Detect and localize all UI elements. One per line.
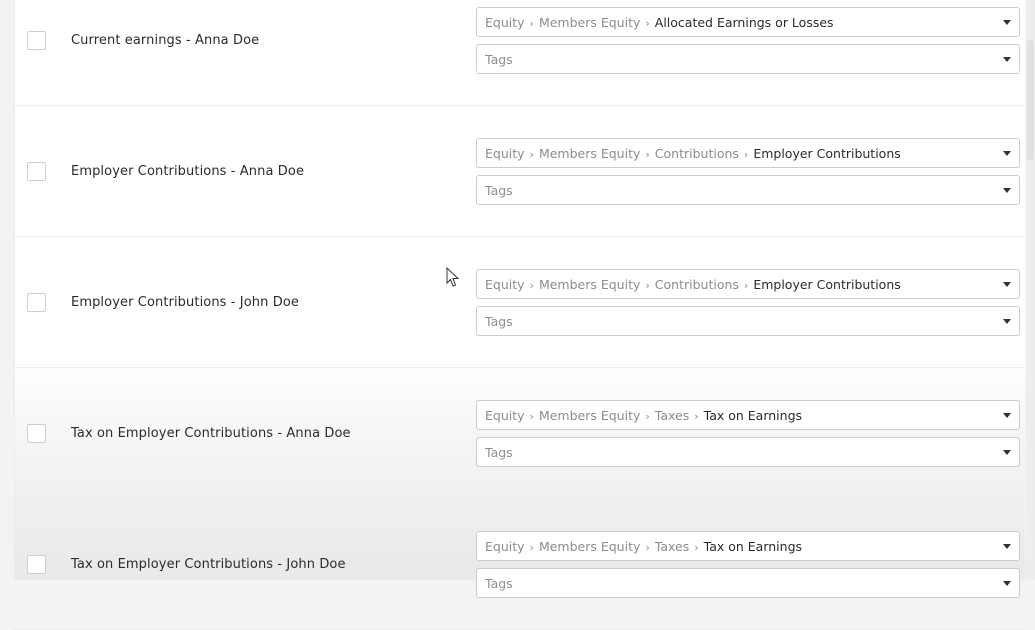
row-label: Current earnings - Anna Doe — [71, 33, 260, 48]
list-item: Employer Contributions - Anna Doe Equity… — [14, 105, 1024, 237]
row-label: Tax on Employer Contributions - Anna Doe — [71, 426, 351, 441]
account-selected-value: Tax on Earnings — [703, 538, 803, 554]
account-breadcrumb: Equity › Members Equity › Taxes › Tax on Earni… — [485, 407, 803, 423]
chevron-down-icon — [1003, 413, 1011, 418]
account-selected-value: Tax on Earnings — [703, 407, 803, 423]
row-checkbox[interactable] — [27, 31, 46, 50]
tags-placeholder: Tags — [485, 51, 513, 67]
chevron-down-icon — [1003, 57, 1011, 62]
row-checkbox[interactable] — [27, 555, 46, 574]
chevron-down-icon — [1003, 581, 1011, 586]
row-label: Tax on Employer Contributions - John Doe — [71, 557, 346, 572]
tags-select[interactable]: Tags — [476, 437, 1020, 467]
tags-placeholder: Tags — [485, 444, 513, 460]
account-selected-value: Employer Contributions — [753, 145, 901, 161]
account-select[interactable]: Equity › Members Equity › Taxes › Tax on Earni… — [476, 531, 1020, 561]
list-item: Tax on Employer Contributions - Anna Doe… — [14, 367, 1024, 499]
account-select[interactable]: Equity › Members Equity › Allocated Earnings… — [476, 7, 1020, 37]
chevron-down-icon — [1003, 151, 1011, 156]
tags-select[interactable]: Tags — [476, 568, 1020, 598]
account-breadcrumb: Equity › Members Equity › Taxes › Tax on Earni… — [485, 538, 803, 554]
row-checkbox[interactable] — [27, 293, 46, 312]
chevron-down-icon — [1003, 544, 1011, 549]
tags-select[interactable]: Tags — [476, 175, 1020, 205]
chevron-down-icon — [1003, 282, 1011, 287]
tags-select[interactable]: Tags — [476, 306, 1020, 336]
list-item: Employer Contributions - John Doe Equity… — [14, 236, 1024, 368]
chevron-down-icon — [1003, 20, 1011, 25]
mouse-pointer-icon — [446, 267, 460, 287]
chevron-down-icon — [1003, 450, 1011, 455]
row-checkbox[interactable] — [27, 162, 46, 181]
account-breadcrumb: Equity › Members Equity › Allocated Earnings… — [485, 14, 834, 30]
account-selected-value: Employer Contributions — [753, 276, 901, 292]
scrollbar[interactable] — [1026, 0, 1035, 580]
list-item: Tax on Employer Contributions - John Doe… — [14, 498, 1024, 630]
account-select[interactable]: Equity › Members Equity › Taxes › Tax on Earni… — [476, 400, 1020, 430]
account-select[interactable]: Equity › Members Equity › Contributions › Empl… — [476, 138, 1020, 168]
account-select[interactable]: Equity › Members Equity › Contributions › Empl… — [476, 269, 1020, 299]
row-label: Employer Contributions - John Doe — [71, 295, 299, 310]
row-checkbox[interactable] — [27, 424, 46, 443]
account-breadcrumb: Equity › Members Equity › Contributions › Empl… — [485, 276, 901, 292]
row-label: Employer Contributions - Anna Doe — [71, 164, 305, 179]
tags-select[interactable]: Tags — [476, 44, 1020, 74]
account-selected-value: Allocated Earnings or Losses — [654, 14, 834, 30]
tags-placeholder: Tags — [485, 575, 513, 591]
tags-placeholder: Tags — [485, 182, 513, 198]
tags-placeholder: Tags — [485, 313, 513, 329]
list-item: Current earnings - Anna Doe Equity › Membe… — [14, 0, 1024, 106]
scrollbar-thumb[interactable] — [1027, 40, 1034, 160]
chevron-down-icon — [1003, 319, 1011, 324]
chevron-down-icon — [1003, 188, 1011, 193]
account-breadcrumb: Equity › Members Equity › Contributions › Empl… — [485, 145, 901, 161]
